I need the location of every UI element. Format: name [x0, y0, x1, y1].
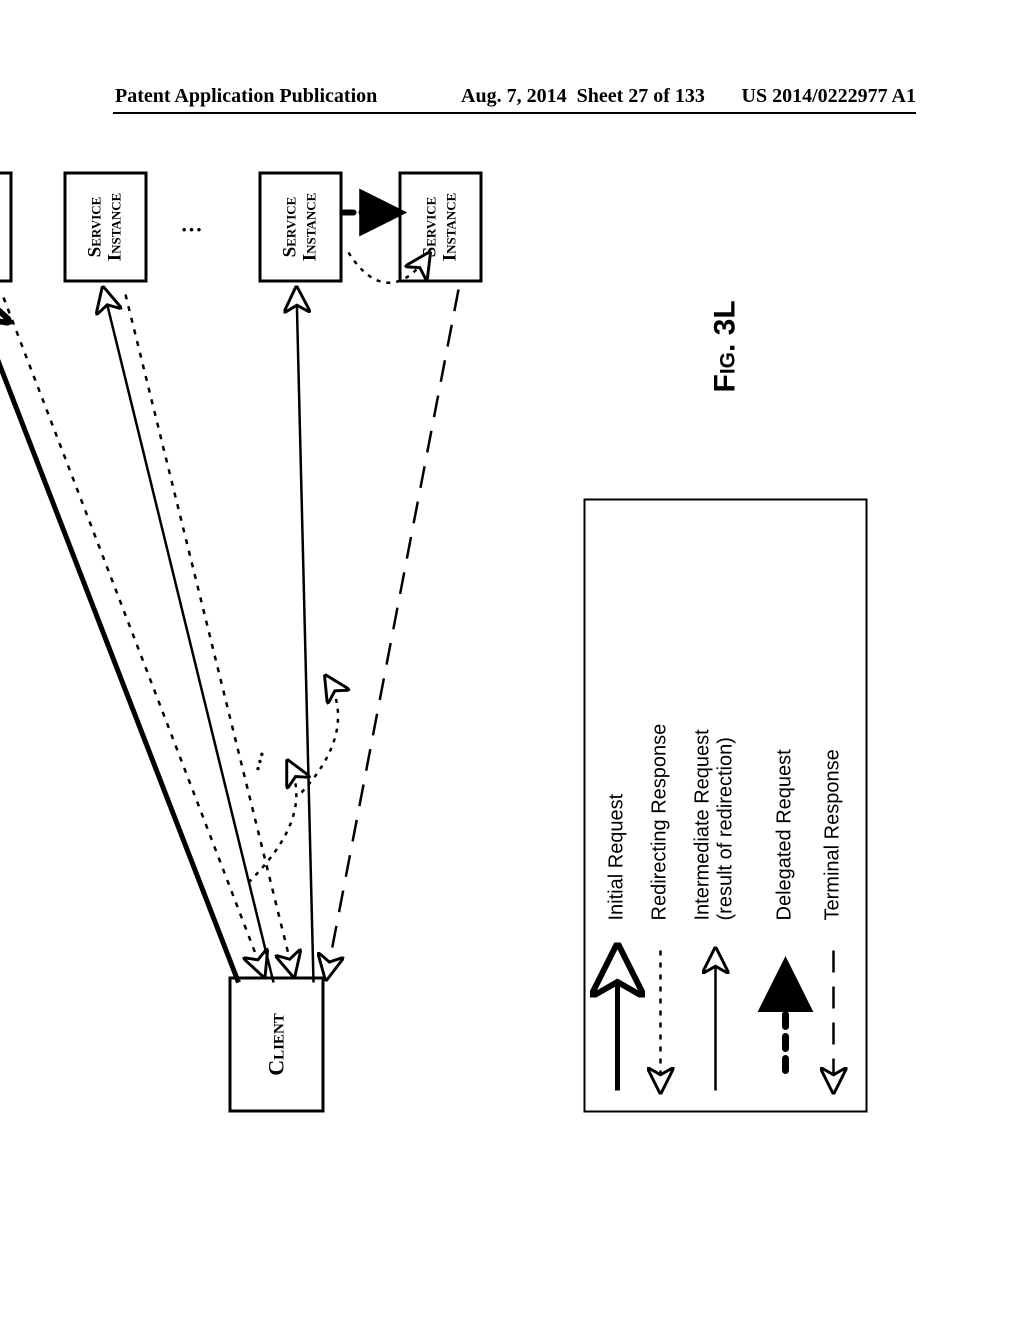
legend-item-delegated-request: Delegated Request — [774, 749, 797, 920]
svg-text:…: … — [239, 746, 269, 774]
header-mid: Aug. 7, 2014 Sheet 27 of 133 — [461, 85, 705, 108]
header-left: Patent Application Publication — [115, 85, 377, 108]
legend-box: Initial Request Redirecting Response Int… — [584, 499, 868, 1113]
header-right: US 2014/0222977 A1 — [742, 85, 916, 108]
legend-item-initial-request: Initial Request — [606, 794, 629, 921]
arrows-layer: … — [0, 163, 519, 1123]
figure-3l-diagram: Client Service Instance Service Instance… — [29, 273, 984, 1013]
legend-item-redirecting-response: Redirecting Response — [649, 724, 672, 921]
page-header: Patent Application Publication Aug. 7, 2… — [0, 85, 1024, 115]
legend-item-intermediate-request: Intermediate Request (result of redirect… — [692, 701, 738, 921]
legend-item-terminal-response: Terminal Response — [822, 749, 845, 920]
page: Patent Application Publication Aug. 7, 2… — [0, 0, 1024, 1320]
header-rule — [113, 112, 916, 114]
figure-number-label: Fig. 3L — [709, 300, 743, 392]
legend-arrows — [586, 931, 866, 1111]
